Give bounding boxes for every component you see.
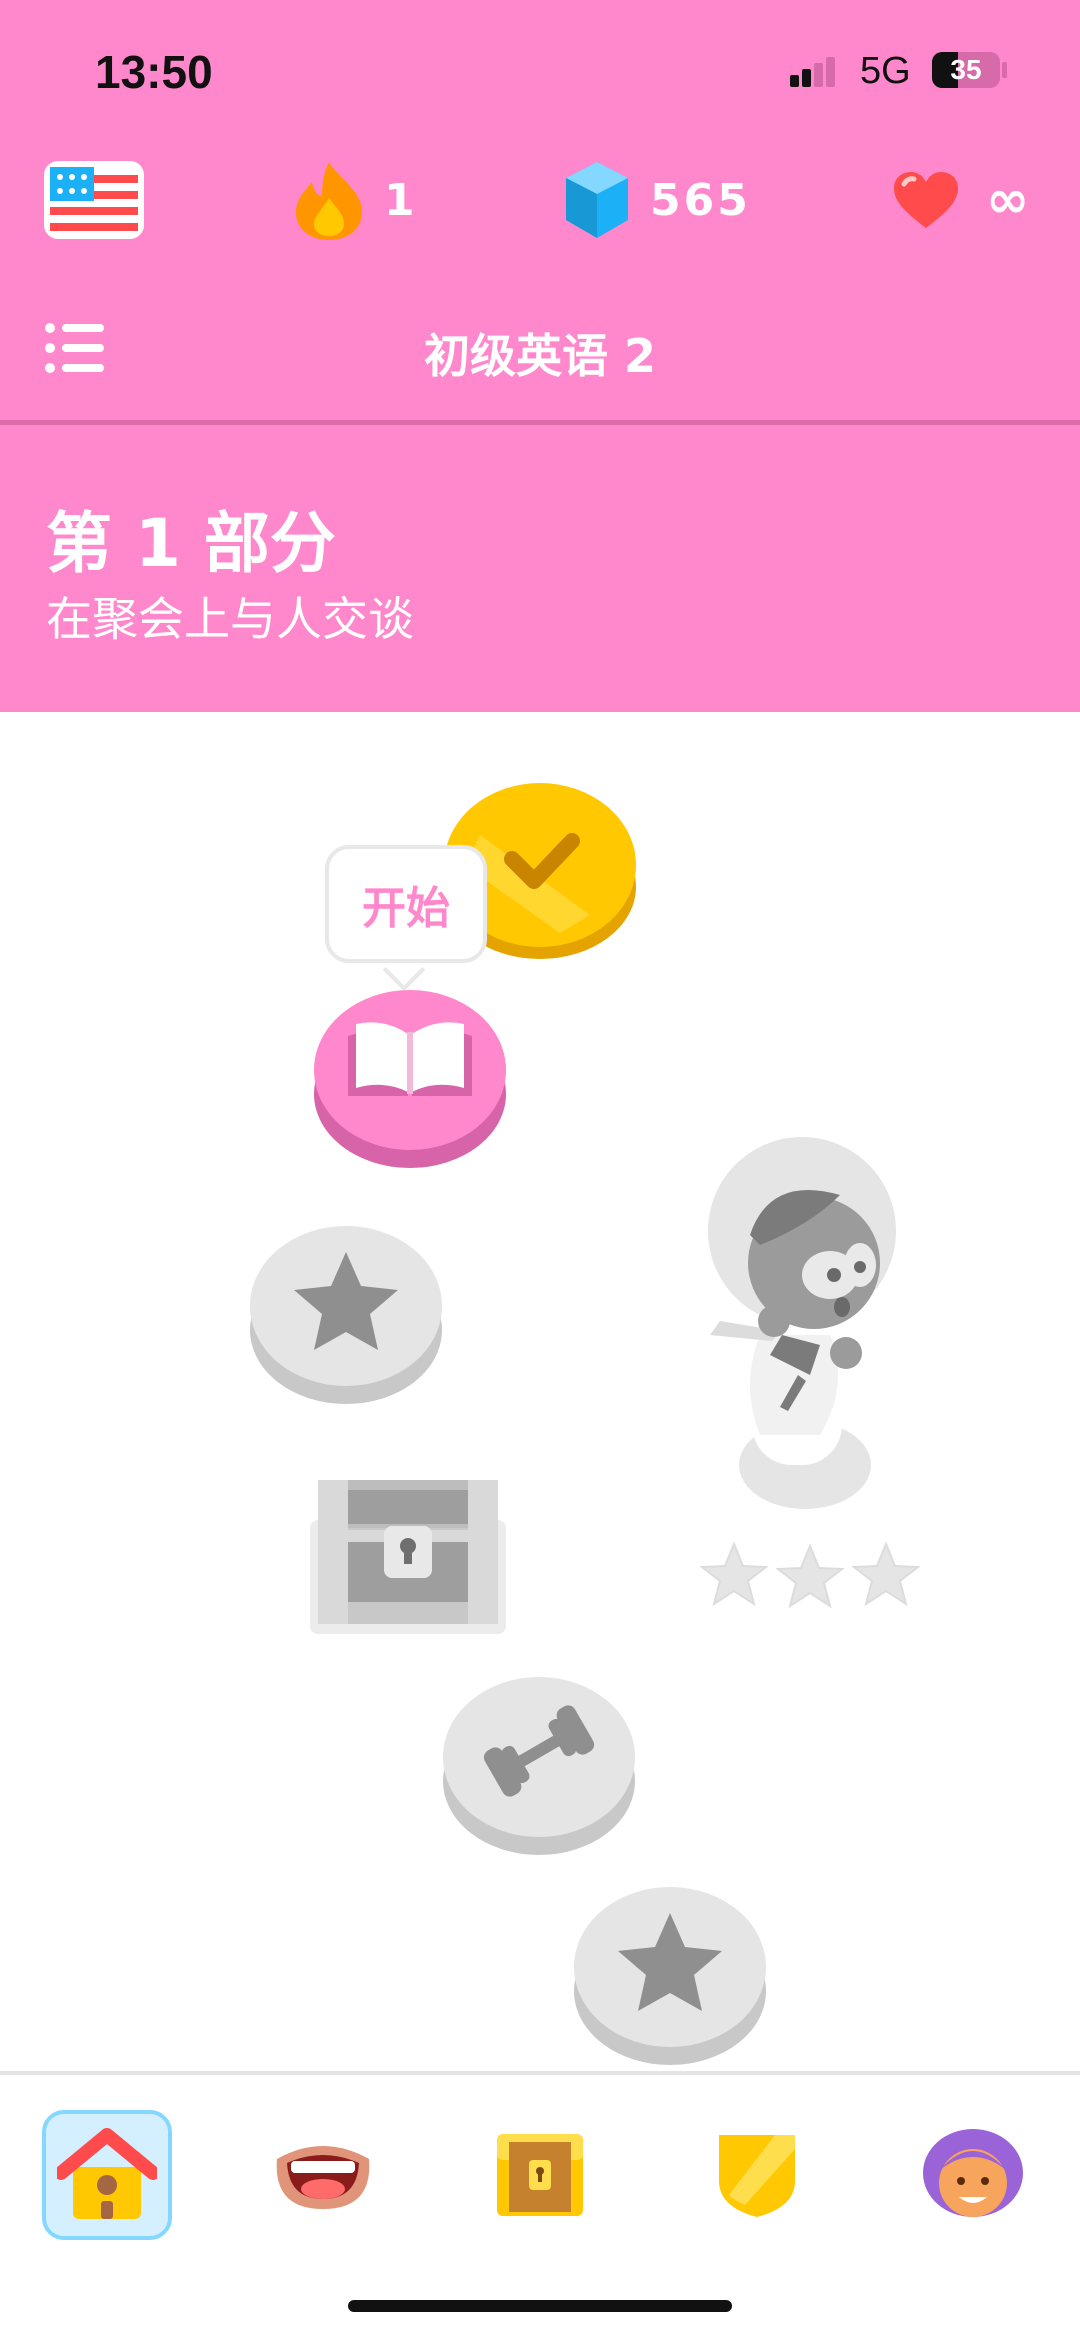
book-icon	[348, 1022, 472, 1096]
header-divider	[0, 420, 1080, 425]
character-challenge[interactable]	[700, 1135, 930, 1515]
section-title: 第 1 部分	[46, 505, 336, 582]
house-icon	[57, 2128, 157, 2219]
practice-node[interactable]	[441, 1675, 637, 1857]
flame-icon	[296, 162, 362, 240]
gem-count: 565	[650, 174, 751, 226]
treasure-chest-icon	[497, 2134, 583, 2216]
current-lesson-node[interactable]	[312, 988, 508, 1170]
tab-speak[interactable]	[258, 2110, 388, 2240]
mouth-icon	[276, 2146, 370, 2209]
course-flag-button[interactable]	[44, 158, 144, 242]
tab-learn[interactable]	[42, 2110, 172, 2240]
tab-league[interactable]	[692, 2110, 822, 2240]
course-bar: 初级英语 2	[0, 300, 1080, 420]
status-bar: 13:50 5G 35	[0, 0, 1080, 140]
gems-counter[interactable]: 565	[562, 158, 751, 242]
status-time: 13:50	[95, 46, 213, 98]
battery-icon: 35	[932, 52, 1000, 88]
avatar-icon	[923, 2129, 1023, 2217]
star-icon	[851, 1541, 921, 1607]
locked-chest-node[interactable]	[308, 1470, 508, 1636]
tabbar-divider	[0, 2071, 1080, 2075]
battery-level: 35	[950, 54, 982, 85]
course-title[interactable]: 初级英语 2	[0, 320, 1080, 386]
streak-count: 1	[384, 174, 418, 226]
tab-treasure[interactable]	[475, 2110, 605, 2240]
hearts-infinite: ∞	[986, 170, 1033, 230]
challenge-stars	[700, 1541, 921, 1609]
gem-icon	[566, 162, 628, 238]
star-icon	[775, 1543, 845, 1609]
home-indicator[interactable]	[348, 2300, 732, 2312]
locked-lesson-node-2[interactable]	[572, 1885, 768, 2067]
tab-profile[interactable]	[908, 2110, 1038, 2240]
streak-counter[interactable]: 1	[292, 158, 418, 242]
start-tooltip[interactable]: 开始	[325, 845, 487, 963]
star-icon	[700, 1541, 769, 1607]
locked-lesson-node[interactable]	[248, 1224, 444, 1406]
heart-icon	[894, 172, 958, 228]
network-label: 5G	[860, 50, 911, 92]
us-flag-icon	[44, 161, 144, 239]
hearts-counter[interactable]: ∞	[892, 158, 1032, 242]
shield-icon	[719, 2135, 795, 2217]
signal-icon	[790, 57, 835, 87]
section-subtitle: 在聚会上与人交谈	[46, 592, 414, 646]
